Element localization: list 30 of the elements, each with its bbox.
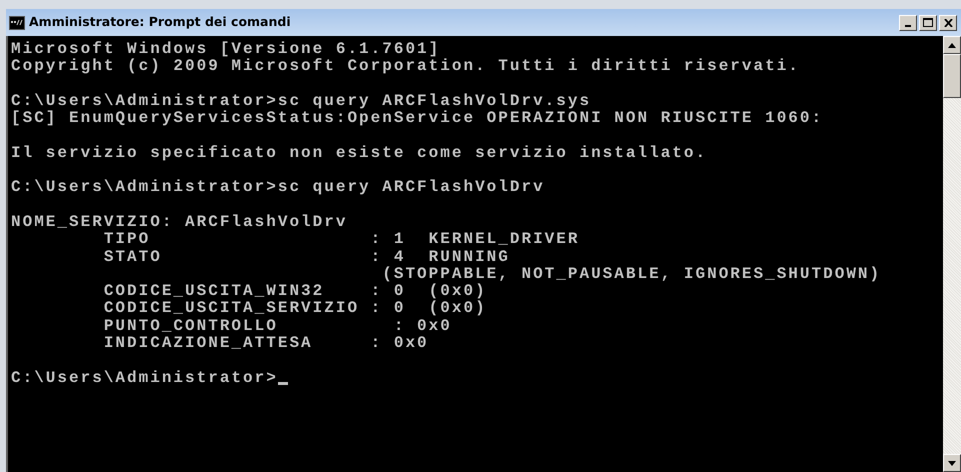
window-title: Amministratore: Prompt dei comandi [29,13,291,32]
console-line: NOME_SERVIZIO: ARCFlashVolDrv [11,214,348,232]
command-prompt: C:\Users\Administrator> [11,370,278,387]
console-line: STATO : 4 RUNNING [102,248,510,266]
console-line: Il servizio specificato non esiste come servizio installato. [11,144,708,162]
minimize-button[interactable] [899,14,917,30]
console-line: PUNTO_CONTROLLO : 0x0 [102,318,452,336]
down-arrow-icon [948,460,956,466]
up-arrow-icon [948,42,956,48]
scroll-down-button[interactable] [943,454,961,472]
text-cursor [278,382,288,385]
scroll-up-button[interactable] [943,36,961,54]
console-line: C:\Users\Administrator>sc query ARCFlashVolDrv.sys [11,92,592,110]
console-line: TIPO : 1 KERNEL_DRIVER [102,231,580,249]
scroll-thumb[interactable] [943,54,961,98]
maximize-icon [923,18,933,27]
console-line: [SC] EnumQueryServicesStatus:OpenService OPERAZIONI NON RIUSCITE 1060: [11,110,824,128]
console-line: INDICAZIONE_ATTESA : 0x0 [102,335,429,352]
console-line: Microsoft Windows [Versione 6.1.7601] [11,41,440,58]
maximize-button[interactable] [919,14,937,30]
vertical-scrollbar[interactable] [943,36,961,472]
console-line: C:\Users\Administrator>sc query ARCFlashVolDrv [11,179,545,197]
console-line: CODICE_USCITA_WIN32 : 0 (0x0) [102,283,487,300]
close-button[interactable] [939,14,957,30]
console-line: (STOPPABLE, NOT_PAUSABLE, IGNORES_SHUTDOWN) [381,266,882,283]
console-app-icon [9,16,25,30]
minimize-icon [905,25,911,27]
console-line: Copyright (c) 2009 Microsoft Corporation. Tutti i diritti riservati. [11,58,800,76]
console-line: CODICE_USCITA_SERVIZIO : 0 (0x0) [102,300,487,318]
close-icon [944,18,952,26]
